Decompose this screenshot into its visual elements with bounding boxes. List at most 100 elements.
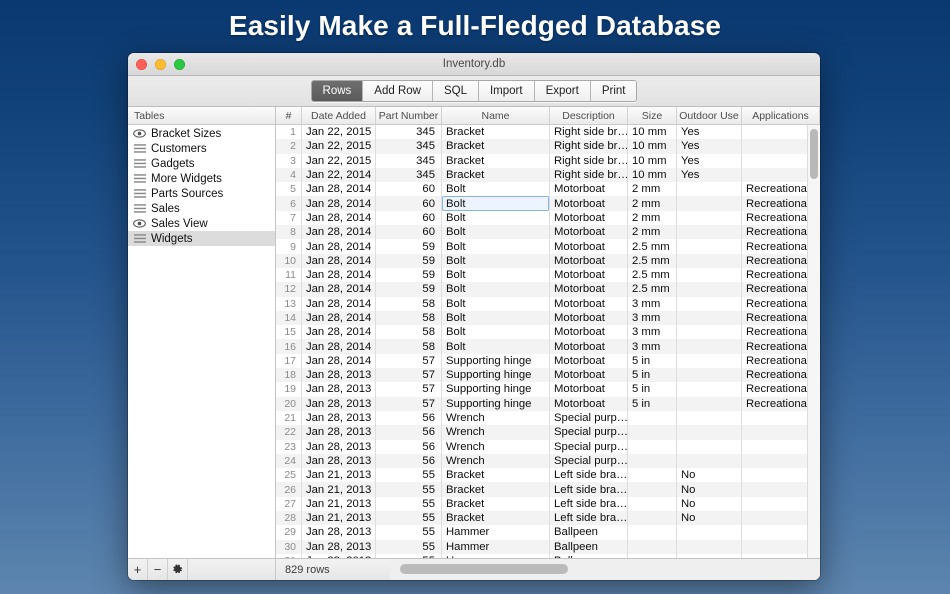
row-number-cell[interactable]: 24 <box>276 453 302 469</box>
table-cell[interactable]: Bracket <box>442 153 550 168</box>
row-number-cell[interactable]: 29 <box>276 525 302 540</box>
table-cell[interactable]: Motorboat <box>550 267 628 283</box>
table-cell[interactable]: 2 mm <box>628 210 677 226</box>
row-number-cell[interactable]: 7 <box>276 210 302 226</box>
column-header-applications[interactable]: Applications <box>742 107 820 124</box>
table-cell[interactable]: Jan 28, 2014 <box>302 225 376 240</box>
table-cell[interactable]: Right side br… <box>550 167 628 183</box>
table-cell[interactable]: Jan 22, 2015 <box>302 153 376 168</box>
table-cell[interactable]: 2.5 mm <box>628 253 677 268</box>
table-cell[interactable]: 2.5 mm <box>628 239 677 254</box>
table-cell[interactable]: Ballpeen <box>550 525 628 540</box>
table-cell[interactable]: Motorboat <box>550 253 628 268</box>
column-header-description[interactable]: Description <box>550 107 628 124</box>
row-number-cell[interactable]: 16 <box>276 339 302 354</box>
table-cell[interactable] <box>628 525 677 540</box>
table-cell[interactable]: Motorboat <box>550 296 628 311</box>
table-row[interactable]: 1 Jan 22, 2015 345 Bracket Right side br… 10 … <box>276 125 820 140</box>
table-cell[interactable]: Motorboat <box>550 353 628 369</box>
table-cell[interactable]: Bolt <box>442 182 550 197</box>
table-cell[interactable] <box>677 296 742 311</box>
table-row[interactable]: 31Jan 28, 201355HammerBallpeen <box>276 553 820 558</box>
toolbar-tab-print[interactable]: Print <box>590 81 637 101</box>
table-cell[interactable]: 3 mm <box>628 339 677 354</box>
table-cell[interactable]: 55 <box>376 496 442 512</box>
table-row[interactable]: 14 Jan 28, 2014 58 Bolt Motorboat 3 mm Recreat… <box>276 310 820 326</box>
table-row[interactable]: 5 Jan 28, 2014 60 Bolt Motorboat 2 mm Recreati… <box>276 182 820 197</box>
table-cell[interactable]: Motorboat <box>550 282 628 297</box>
table-cell[interactable]: 58 <box>376 296 442 311</box>
table-row[interactable]: 20 Jan 28, 2013 57 Supporting hinge Motorboa… <box>276 396 820 411</box>
table-row[interactable]: 21 Jan 28, 2013 56 Wrench Special purp… <box>276 410 820 426</box>
table-cell[interactable]: Supporting hinge <box>442 353 550 369</box>
table-cell[interactable]: 60 <box>376 210 442 226</box>
row-number-cell[interactable]: 15 <box>276 325 302 340</box>
table-cell[interactable]: Special purp… <box>550 439 628 454</box>
table-row[interactable]: 9 Jan 28, 2014 59 Bolt Motorboat 2.5 mm Recrea… <box>276 239 820 254</box>
table-cell[interactable] <box>677 368 742 383</box>
sidebar-item-gadgets[interactable]: Gadgets <box>128 156 275 171</box>
column-header-name[interactable]: Name <box>442 107 550 124</box>
table-cell[interactable]: Wrench <box>442 425 550 440</box>
column-header-outdoor-use[interactable]: Outdoor Use <box>677 107 742 124</box>
table-cell[interactable]: Jan 28, 2014 <box>302 210 376 226</box>
table-cell[interactable]: Special purp… <box>550 410 628 426</box>
row-number-cell[interactable]: 20 <box>276 396 302 411</box>
minimize-button[interactable] <box>155 58 166 70</box>
table-cell[interactable]: 5 in <box>628 396 677 411</box>
table-cell[interactable]: Hammer <box>442 539 550 554</box>
column-header-size[interactable]: Size <box>628 107 677 124</box>
row-number-cell[interactable]: 11 <box>276 267 302 283</box>
table-cell[interactable]: Right side br… <box>550 139 628 154</box>
table-cell[interactable]: Jan 28, 2014 <box>302 196 376 211</box>
table-cell[interactable] <box>677 253 742 268</box>
table-cell[interactable]: Jan 28, 2014 <box>302 282 376 297</box>
table-row[interactable]: 2 Jan 22, 2015 345 Bracket Right side br… 10 … <box>276 139 820 154</box>
sidebar-item-customers[interactable]: Customers <box>128 141 275 156</box>
table-cell[interactable]: 5 in <box>628 353 677 369</box>
row-number-cell[interactable]: 19 <box>276 382 302 397</box>
table-cell[interactable]: Yes <box>677 167 742 183</box>
table-cell[interactable]: 10 mm <box>628 139 677 154</box>
table-row[interactable]: 13 Jan 28, 2014 58 Bolt Motorboat 3 mm Recreat… <box>276 296 820 311</box>
table-cell[interactable]: 10 mm <box>628 153 677 168</box>
row-number-cell[interactable]: 13 <box>276 296 302 311</box>
row-number-cell[interactable]: 18 <box>276 368 302 383</box>
table-cell[interactable]: Special purp… <box>550 425 628 440</box>
table-cell[interactable]: Motorboat <box>550 382 628 397</box>
table-cell[interactable]: Left side bra… <box>550 511 628 526</box>
table-cell[interactable]: 60 <box>376 182 442 197</box>
table-row[interactable]: 15 Jan 28, 2014 58 Bolt Motorboat 3 mm Recreat… <box>276 325 820 340</box>
table-cell[interactable]: 55 <box>376 468 442 483</box>
table-cell[interactable]: Supporting hinge <box>442 382 550 397</box>
table-cell[interactable] <box>628 468 677 483</box>
table-cell[interactable]: 60 <box>376 196 442 211</box>
table-cell[interactable]: Yes <box>677 153 742 168</box>
maximize-button[interactable] <box>174 58 185 70</box>
table-cell[interactable]: Ballpeen <box>550 553 628 558</box>
toolbar-tab-sql[interactable]: SQL <box>432 81 479 101</box>
row-number-cell[interactable]: 10 <box>276 253 302 268</box>
row-number-cell[interactable]: 21 <box>276 410 302 426</box>
table-cell[interactable]: 59 <box>376 253 442 268</box>
table-cell[interactable]: Jan 21, 2013 <box>302 511 376 526</box>
table-cell[interactable] <box>677 210 742 226</box>
table-row[interactable]: 28 Jan 21, 2013 55 Bracket Left side bra… No <box>276 511 820 526</box>
table-cell[interactable]: Left side bra… <box>550 482 628 497</box>
table-row[interactable]: 6 Jan 28, 2014 60 Bolt Motorboat 2 mm Recreati… <box>276 196 820 211</box>
table-cell[interactable]: 10 mm <box>628 167 677 183</box>
table-cell[interactable]: Bolt <box>442 310 550 326</box>
table-cell[interactable]: Jan 28, 2013 <box>302 525 376 540</box>
table-cell[interactable]: 2 mm <box>628 182 677 197</box>
table-cell[interactable] <box>677 439 742 454</box>
table-cell[interactable] <box>677 382 742 397</box>
sidebar-item-sales[interactable]: Sales <box>128 201 275 216</box>
table-cell[interactable]: Jan 28, 2013 <box>302 425 376 440</box>
table-cell[interactable]: 58 <box>376 339 442 354</box>
table-cell[interactable]: 58 <box>376 310 442 326</box>
table-cell[interactable]: Bolt <box>442 210 550 226</box>
table-cell[interactable] <box>628 453 677 469</box>
table-cell[interactable]: 2.5 mm <box>628 267 677 283</box>
vertical-scrollbar-thumb[interactable] <box>810 129 818 179</box>
toolbar-tab-export[interactable]: Export <box>534 81 591 101</box>
